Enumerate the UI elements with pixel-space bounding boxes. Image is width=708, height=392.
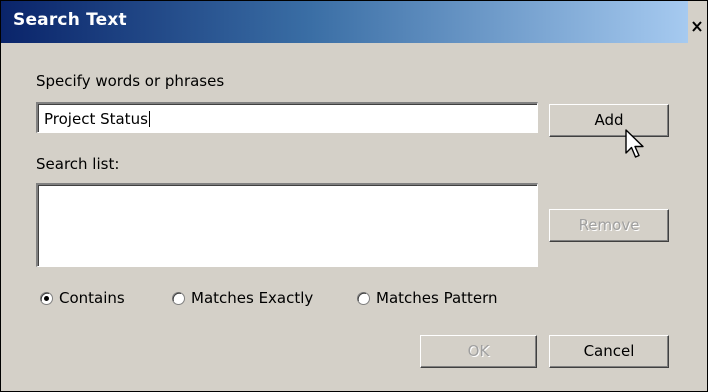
close-icon: [692, 21, 702, 32]
title-bar[interactable]: Search Text: [1, 1, 707, 43]
text-caret: [148, 111, 150, 127]
words-input-value: Project Status: [44, 110, 148, 128]
words-input[interactable]: Project Status: [36, 102, 538, 133]
cancel-button[interactable]: Cancel: [549, 335, 669, 368]
radio-contains[interactable]: [40, 292, 53, 305]
add-button[interactable]: Add: [549, 104, 669, 137]
remove-button[interactable]: Remove: [549, 209, 669, 242]
words-label: Specify words or phrases: [36, 72, 225, 90]
search-list-box[interactable]: [36, 183, 538, 267]
radio-contains-label[interactable]: Contains: [59, 289, 125, 307]
radio-matches-pattern-label[interactable]: Matches Pattern: [376, 289, 498, 307]
search-list-label: Search list:: [36, 155, 120, 173]
dialog-title: Search Text: [13, 10, 127, 30]
ok-button[interactable]: OK: [420, 335, 537, 368]
search-text-dialog: Search Text Specify words or phrases Pro…: [0, 0, 708, 392]
radio-matches-exactly[interactable]: [172, 292, 185, 305]
close-button[interactable]: [689, 16, 705, 37]
radio-matches-exactly-label[interactable]: Matches Exactly: [191, 289, 313, 307]
radio-matches-pattern[interactable]: [357, 292, 370, 305]
